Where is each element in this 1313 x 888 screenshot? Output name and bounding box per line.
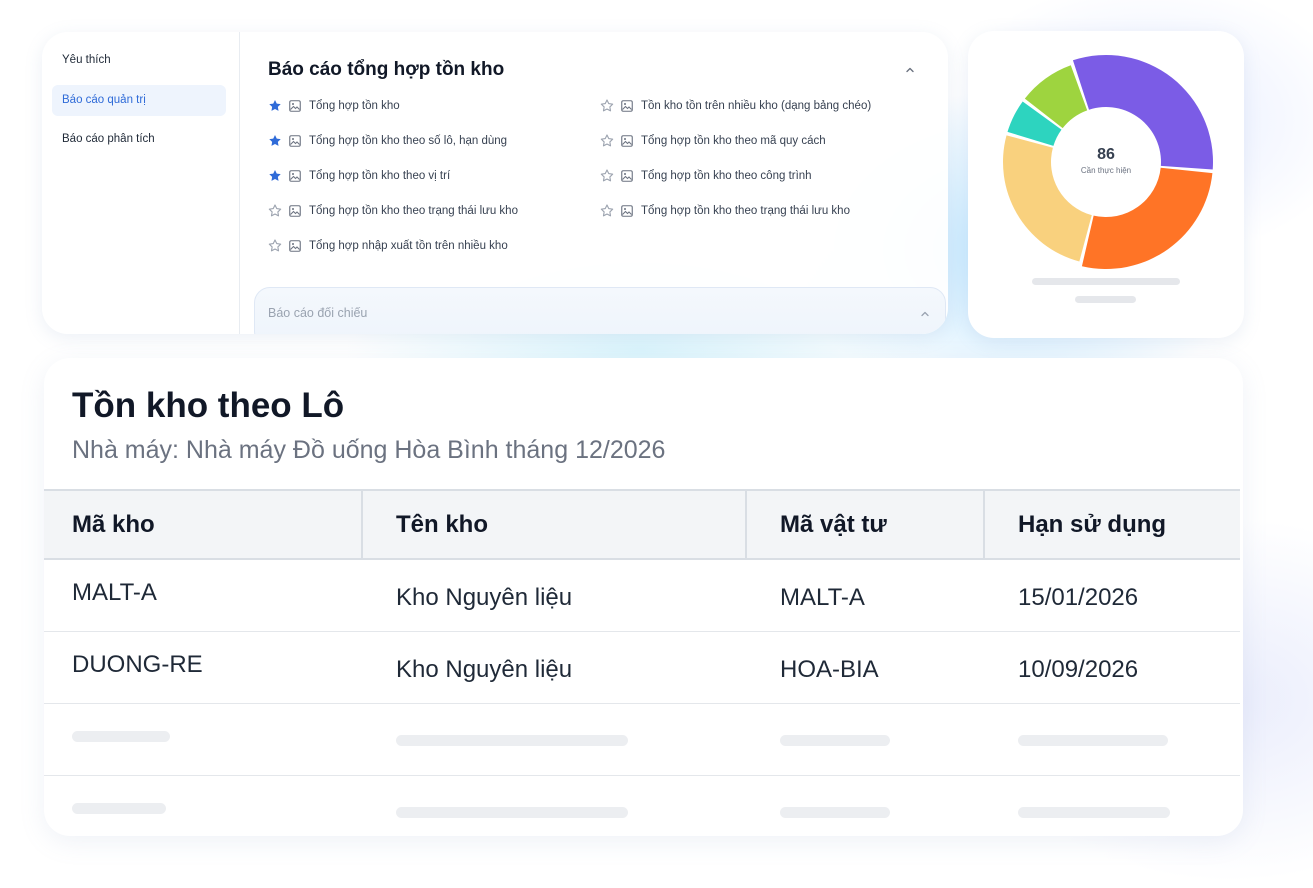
column-divider — [983, 491, 985, 558]
skeleton-bar — [1032, 278, 1180, 285]
inventory-table-card: Tồn kho theo Lô Nhà máy: Nhà máy Đồ uống… — [44, 358, 1243, 836]
star-outline-icon[interactable] — [600, 134, 614, 148]
skeleton-cell — [1018, 807, 1170, 818]
report-item[interactable]: Tổng hợp tồn kho theo số lô, hạn dùng — [268, 132, 507, 150]
collapsed-section-title: Báo cáo đối chiếu — [268, 306, 368, 320]
report-label: Tổng hợp tồn kho theo trạng thái lưu kho — [641, 205, 850, 217]
star-filled-icon[interactable] — [268, 169, 282, 183]
report-item[interactable]: Tổng hợp tồn kho theo trạng thái lưu kho — [600, 202, 850, 220]
column-divider — [745, 491, 747, 558]
skeleton-cell — [72, 803, 166, 814]
nav-item-favorites[interactable]: Yêu thích — [52, 45, 226, 76]
cell-warehouse-code: MALT-A — [72, 579, 157, 606]
donut-segment-orange — [1081, 167, 1213, 269]
cell-warehouse-name: Kho Nguyên liệu — [396, 584, 573, 611]
column-divider — [361, 491, 363, 558]
table-header: Mã kho Tên kho Mã vật tư Hạn sử dụng — [44, 489, 1240, 560]
section-title: Báo cáo tổng hợp tồn kho — [268, 59, 505, 80]
chevron-up-icon[interactable] — [904, 64, 916, 76]
report-label: Tổng hợp tồn kho theo số lô, hạn dùng — [309, 135, 508, 147]
donut-chart — [1003, 54, 1213, 269]
star-outline-icon[interactable] — [268, 239, 282, 253]
column-header-material-code[interactable]: Mã vật tư — [780, 491, 887, 558]
report-image-icon — [289, 240, 301, 252]
report-image-icon — [289, 170, 301, 182]
star-outline-icon[interactable] — [268, 204, 282, 218]
report-item[interactable]: Tổng hợp nhập xuất tồn trên nhiều kho — [268, 237, 508, 255]
skeleton-row — [44, 776, 1240, 836]
skeleton-cell — [1018, 735, 1168, 746]
report-label: Tổng hợp nhập xuất tồn trên nhiều kho — [309, 240, 508, 252]
skeleton-bar — [1075, 296, 1136, 303]
report-label: Tổng hợp tồn kho theo công trình — [641, 170, 812, 182]
report-image-icon — [621, 135, 633, 147]
donut-center-value: 86 — [1097, 146, 1115, 163]
report-category-nav: Yêu thích Báo cáo quản trị Báo cáo phân … — [42, 32, 240, 334]
donut-center-caption: Cần thực hiện — [1080, 166, 1132, 175]
report-image-icon — [621, 205, 633, 217]
report-item[interactable]: Tổng hợp tồn kho theo công trình — [600, 167, 812, 185]
report-item[interactable]: Tổng hợp tồn kho — [268, 97, 400, 115]
report-image-icon — [289, 135, 301, 147]
nav-item-analysis-reports[interactable]: Báo cáo phân tích — [52, 124, 226, 155]
star-filled-icon[interactable] — [268, 99, 282, 113]
donut-chart-card: 86 Cần thực hiện — [968, 31, 1244, 338]
cell-expiry-date: 10/09/2026 — [1018, 656, 1139, 683]
report-label: Tổng hợp tồn kho — [309, 100, 400, 112]
table-subtitle: Nhà máy: Nhà máy Đồ uống Hòa Bình tháng … — [72, 436, 666, 464]
cell-warehouse-name: Kho Nguyên liệu — [396, 656, 573, 683]
skeleton-cell — [72, 731, 170, 742]
star-outline-icon[interactable] — [600, 99, 614, 113]
report-panel: Yêu thích Báo cáo quản trị Báo cáo phân … — [42, 32, 948, 334]
cell-material-code: HOA-BIA — [780, 656, 879, 683]
skeleton-cell — [780, 735, 890, 746]
report-label: Tổng hợp tồn kho theo trạng thái lưu kho — [309, 205, 518, 217]
skeleton-cell — [780, 807, 890, 818]
report-item[interactable]: Tổng hợp tồn kho theo trạng thái lưu kho — [268, 202, 518, 220]
table-row[interactable]: MALT-A Kho Nguyên liệu MALT-A 15/01/2026 — [44, 560, 1240, 632]
cell-warehouse-code: DUONG-RE — [72, 651, 203, 678]
table-title: Tồn kho theo Lô — [72, 386, 345, 425]
skeleton-cell — [396, 807, 628, 818]
column-header-expiry-date[interactable]: Hạn sử dụng — [1018, 491, 1166, 558]
skeleton-row — [44, 704, 1240, 776]
report-item[interactable]: Tổng hợp tồn kho theo mã quy cách — [600, 132, 826, 150]
report-label: Tổng hợp tồn kho theo mã quy cách — [641, 135, 826, 147]
chevron-up-icon[interactable] — [919, 308, 931, 320]
skeleton-cell — [396, 735, 628, 746]
cell-expiry-date: 15/01/2026 — [1018, 584, 1139, 611]
report-image-icon — [289, 205, 301, 217]
star-filled-icon[interactable] — [268, 134, 282, 148]
report-item[interactable]: Tổng hợp tồn kho theo vị trí — [268, 167, 450, 185]
cell-material-code: MALT-A — [780, 584, 865, 611]
star-outline-icon[interactable] — [600, 204, 614, 218]
report-item[interactable]: Tồn kho tồn trên nhiều kho (dạng bảng ch… — [600, 97, 871, 115]
report-label: Tổng hợp tồn kho theo vị trí — [309, 170, 451, 182]
star-outline-icon[interactable] — [600, 169, 614, 183]
report-image-icon — [621, 170, 633, 182]
column-header-warehouse-name[interactable]: Tên kho — [396, 491, 488, 558]
nav-item-management-reports[interactable]: Báo cáo quản trị — [52, 85, 226, 116]
table-row[interactable]: DUONG-RE Kho Nguyên liệu HOA-BIA 10/09/2… — [44, 632, 1240, 704]
report-label: Tồn kho tồn trên nhiều kho (dạng bảng ch… — [641, 100, 872, 112]
column-header-warehouse-code[interactable]: Mã kho — [72, 491, 155, 558]
collapsed-section-reconciliation[interactable]: Báo cáo đối chiếu — [254, 287, 946, 334]
report-image-icon — [621, 100, 633, 112]
report-image-icon — [289, 100, 301, 112]
